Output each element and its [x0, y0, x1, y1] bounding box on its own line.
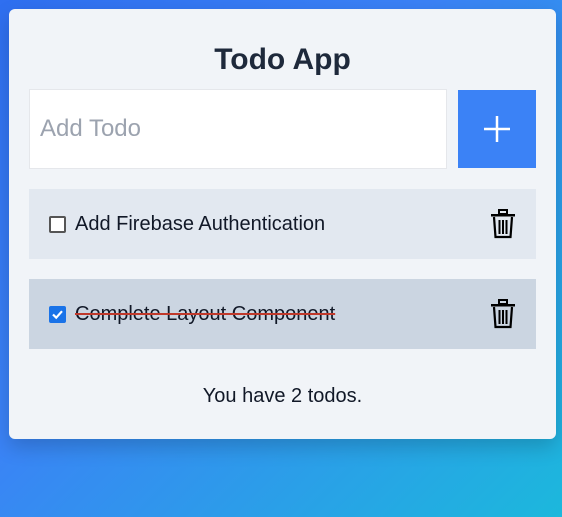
checkmark-icon: [52, 310, 63, 320]
page-title: Todo App: [214, 43, 351, 76]
todo-item: Complete Layout Component: [29, 279, 536, 349]
todo-card: Todo App Add Firebase Authentication: [9, 9, 556, 439]
todo-count-summary: You have 2 todos.: [202, 385, 363, 407]
trash-icon[interactable]: [490, 299, 516, 329]
plus-icon: [484, 116, 510, 142]
add-todo-button[interactable]: [458, 90, 536, 168]
add-todo-form: [29, 89, 536, 169]
todo-label: Complete Layout Component: [75, 303, 336, 325]
todo-label: Add Firebase Authentication: [75, 213, 326, 235]
add-todo-input[interactable]: [29, 89, 447, 169]
todo-item: Add Firebase Authentication: [29, 189, 536, 259]
todo-checkbox[interactable]: [49, 216, 66, 233]
todo-checkbox-checked[interactable]: [49, 306, 66, 323]
trash-icon[interactable]: [490, 209, 516, 239]
